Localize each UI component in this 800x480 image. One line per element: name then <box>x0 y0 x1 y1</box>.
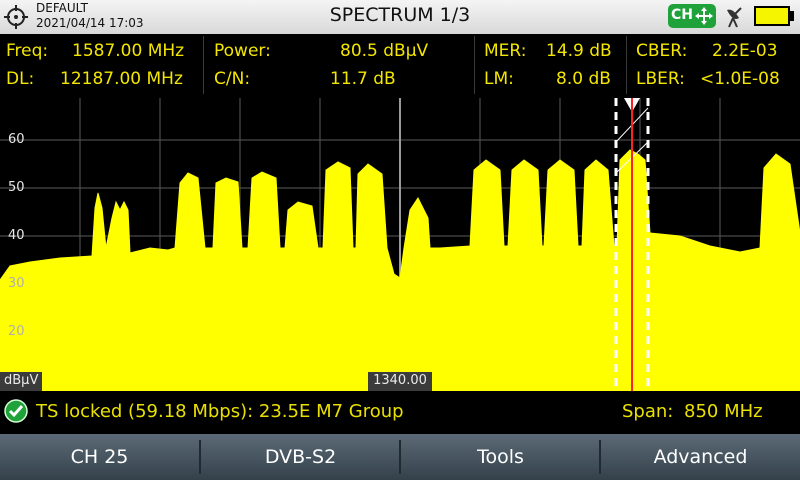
lm-label: LM: <box>484 69 514 89</box>
unit-label: dBµV <box>0 372 43 391</box>
softkey-standard[interactable]: DVB-S2 <box>201 434 400 480</box>
cber-label: CBER: <box>636 41 688 61</box>
lock-check-icon <box>4 399 28 423</box>
softkey-tools[interactable]: Tools <box>401 434 600 480</box>
ch-mode-badge[interactable]: CH <box>668 4 716 28</box>
top-bar: DEFAULT 2021/04/14 17:03 SPECTRUM 1/3 CH <box>0 0 800 34</box>
freq-label: Freq: <box>6 41 49 61</box>
softkey-bar: CH 25 DVB-S2 Tools Advanced <box>0 434 800 480</box>
cber-value: 2.2E-03 <box>712 41 778 61</box>
y-tick-30: 30 <box>8 276 25 291</box>
y-tick-50: 50 <box>8 180 25 195</box>
ch-badge-label: CH <box>671 7 693 23</box>
battery-tip <box>790 11 794 21</box>
ts-lock-status: TS locked (59.18 Mbps): 23.5E M7 Group <box>36 401 404 422</box>
spectrum-display[interactable]: 60 50 40 30 20 <box>0 98 800 391</box>
lm-value: 8.0 dB <box>556 69 611 89</box>
y-tick-20: 20 <box>8 324 25 339</box>
measurements-panel: Freq: 1587.00 MHz DL: 12187.00 MHz Power… <box>0 34 800 98</box>
satellite-dish-icon <box>727 7 742 28</box>
divider <box>474 36 475 94</box>
dl-value: 12187.00 MHz <box>60 69 183 89</box>
span-value[interactable]: 850 MHz <box>684 401 763 422</box>
softkey-advanced[interactable]: Advanced <box>601 434 800 480</box>
y-tick-60: 60 <box>8 132 25 147</box>
power-label: Power: <box>214 41 271 61</box>
move-arrows-icon <box>695 7 713 25</box>
y-tick-40: 40 <box>8 228 25 243</box>
mer-label: MER: <box>484 41 527 61</box>
span-label: Span: <box>622 401 674 422</box>
lber-value: <1.0E-08 <box>700 69 780 89</box>
spectrum-plot[interactable] <box>0 98 800 391</box>
divider <box>626 36 627 94</box>
status-line: TS locked (59.18 Mbps): 23.5E M7 Group S… <box>0 396 800 430</box>
divider <box>203 36 204 94</box>
mer-value: 14.9 dB <box>546 41 612 61</box>
cn-label: C/N: <box>214 69 251 89</box>
battery-icon <box>754 6 790 26</box>
power-value: 80.5 dBµV <box>340 41 429 61</box>
center-frequency-label: 1340.00 <box>368 372 432 391</box>
lber-label: LBER: <box>636 69 685 89</box>
softkey-channel[interactable]: CH 25 <box>0 434 199 480</box>
freq-value: 1587.00 MHz <box>72 41 185 61</box>
cn-value: 11.7 dB <box>330 69 396 89</box>
dl-label: DL: <box>6 69 35 89</box>
